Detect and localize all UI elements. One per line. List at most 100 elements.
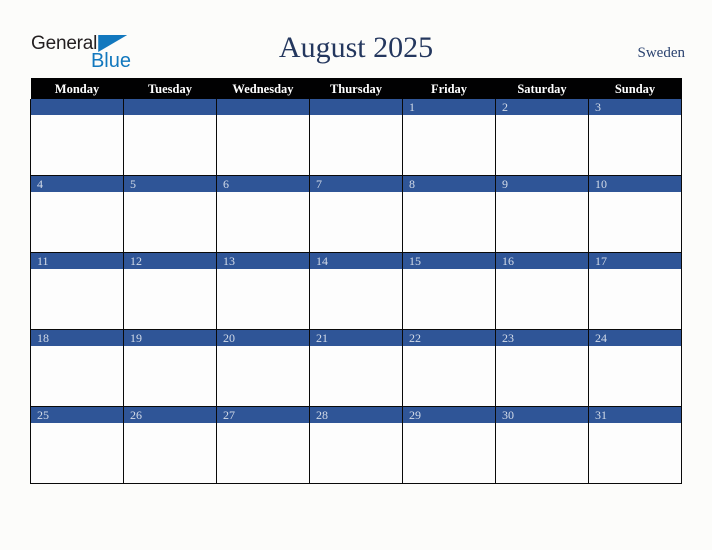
- calendar-day-cell[interactable]: 11: [30, 252, 124, 330]
- calendar-day-cell[interactable]: 10: [588, 175, 682, 253]
- day-event-area[interactable]: [31, 423, 123, 483]
- calendar-day-cell[interactable]: 14: [309, 252, 403, 330]
- day-event-area[interactable]: [589, 192, 681, 252]
- day-event-area[interactable]: [217, 423, 309, 483]
- region-label: Sweden: [637, 45, 686, 61]
- day-event-area[interactable]: [403, 346, 495, 406]
- day-event-area[interactable]: [217, 192, 309, 252]
- day-number: 5: [124, 176, 216, 192]
- calendar-day-cell[interactable]: 1: [402, 99, 496, 176]
- day-cell-inner: 8: [403, 176, 495, 252]
- calendar-day-cell[interactable]: 15: [402, 252, 496, 330]
- day-event-area[interactable]: [124, 346, 216, 406]
- day-cell-inner: [217, 99, 309, 175]
- day-number: 23: [496, 330, 588, 346]
- calendar-day-cell[interactable]: 8: [402, 175, 496, 253]
- calendar-day-cell[interactable]: 12: [123, 252, 217, 330]
- day-cell-inner: 11: [31, 253, 123, 329]
- day-number: 11: [31, 253, 123, 269]
- calendar-day-cell[interactable]: 21: [309, 329, 403, 407]
- day-event-area[interactable]: [496, 423, 588, 483]
- day-event-area[interactable]: [403, 192, 495, 252]
- day-event-area[interactable]: [403, 269, 495, 329]
- day-cell-inner: 21: [310, 330, 402, 406]
- day-event-area[interactable]: [124, 192, 216, 252]
- day-event-area[interactable]: [496, 346, 588, 406]
- day-event-area[interactable]: [310, 346, 402, 406]
- calendar-day-cell[interactable]: 28: [309, 406, 403, 484]
- calendar-day-cell[interactable]: 24: [588, 329, 682, 407]
- day-event-area[interactable]: [589, 269, 681, 329]
- calendar-day-cell[interactable]: 18: [30, 329, 124, 407]
- day-number: 26: [124, 407, 216, 423]
- calendar-week-row: 18 19 20 21 22 23 24: [30, 329, 682, 407]
- day-event-area[interactable]: [310, 115, 402, 175]
- calendar-day-cell[interactable]: 30: [495, 406, 589, 484]
- day-event-area[interactable]: [217, 346, 309, 406]
- calendar-day-cell[interactable]: 25: [30, 406, 124, 484]
- calendar-day-cell[interactable]: 16: [495, 252, 589, 330]
- calendar-day-cell[interactable]: 6: [216, 175, 310, 253]
- day-event-area[interactable]: [310, 269, 402, 329]
- calendar-day-cell[interactable]: 20: [216, 329, 310, 407]
- day-event-area[interactable]: [217, 269, 309, 329]
- day-event-area[interactable]: [31, 269, 123, 329]
- calendar-day-cell[interactable]: 31: [588, 406, 682, 484]
- calendar-day-cell[interactable]: [30, 99, 124, 176]
- day-event-area[interactable]: [589, 423, 681, 483]
- day-event-area[interactable]: [589, 346, 681, 406]
- day-event-area[interactable]: [31, 115, 123, 175]
- day-event-area[interactable]: [310, 192, 402, 252]
- day-event-area[interactable]: [124, 423, 216, 483]
- calendar-day-cell[interactable]: 27: [216, 406, 310, 484]
- day-event-area[interactable]: [31, 192, 123, 252]
- day-number: 18: [31, 330, 123, 346]
- day-number: 2: [496, 99, 588, 115]
- calendar-day-cell[interactable]: 23: [495, 329, 589, 407]
- calendar-day-cell[interactable]: [123, 99, 217, 176]
- calendar-day-cell[interactable]: 3: [588, 99, 682, 176]
- day-event-area[interactable]: [124, 269, 216, 329]
- calendar-day-cell[interactable]: 13: [216, 252, 310, 330]
- day-event-area[interactable]: [403, 115, 495, 175]
- calendar-day-cell[interactable]: 4: [30, 175, 124, 253]
- day-cell-inner: 28: [310, 407, 402, 483]
- day-number: 4: [31, 176, 123, 192]
- day-event-area[interactable]: [496, 269, 588, 329]
- day-cell-inner: 20: [217, 330, 309, 406]
- calendar-week-row: 123: [30, 99, 682, 176]
- day-cell-inner: 30: [496, 407, 588, 483]
- day-cell-inner: 2: [496, 99, 588, 175]
- calendar-day-cell[interactable]: 5: [123, 175, 217, 253]
- day-cell-inner: 7: [310, 176, 402, 252]
- calendar-day-cell[interactable]: [216, 99, 310, 176]
- calendar-day-cell[interactable]: 9: [495, 175, 589, 253]
- day-cell-inner: 22: [403, 330, 495, 406]
- day-number: 22: [403, 330, 495, 346]
- day-event-area[interactable]: [310, 423, 402, 483]
- day-event-area[interactable]: [403, 423, 495, 483]
- day-cell-inner: 9: [496, 176, 588, 252]
- day-event-area[interactable]: [31, 346, 123, 406]
- calendar-day-cell[interactable]: [309, 99, 403, 176]
- day-number: 25: [31, 407, 123, 423]
- calendar-day-cell[interactable]: 19: [123, 329, 217, 407]
- calendar-day-cell[interactable]: 2: [495, 99, 589, 176]
- day-event-area[interactable]: [496, 192, 588, 252]
- calendar-day-cell[interactable]: 7: [309, 175, 403, 253]
- calendar-day-cell[interactable]: 29: [402, 406, 496, 484]
- calendar-day-cell[interactable]: 17: [588, 252, 682, 330]
- day-event-area[interactable]: [496, 115, 588, 175]
- day-number: 30: [496, 407, 588, 423]
- calendar-day-cell[interactable]: 26: [123, 406, 217, 484]
- day-number: 17: [589, 253, 681, 269]
- day-event-area[interactable]: [124, 115, 216, 175]
- calendar-day-cell[interactable]: 22: [402, 329, 496, 407]
- day-number: 13: [217, 253, 309, 269]
- day-cell-inner: 29: [403, 407, 495, 483]
- day-event-area[interactable]: [589, 115, 681, 175]
- weekday-header-tuesday: Tuesday: [123, 78, 217, 99]
- page-header: General Blue August 2025 Sweden: [0, 0, 712, 78]
- day-cell-inner: 18: [31, 330, 123, 406]
- day-event-area[interactable]: [217, 115, 309, 175]
